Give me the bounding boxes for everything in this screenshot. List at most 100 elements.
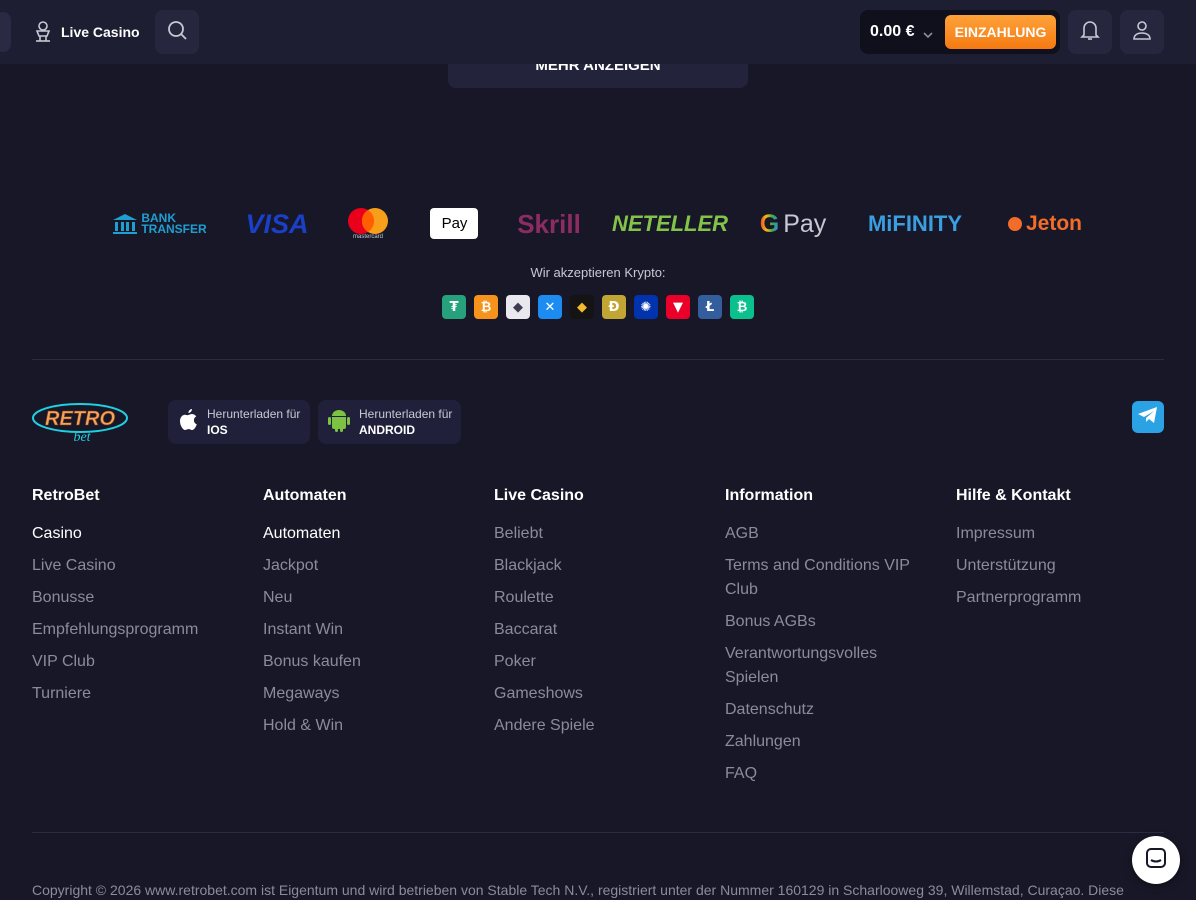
footer-column-information: Information AGB Terms and Conditions VIP… <box>725 486 925 794</box>
jeton-label: Jeton <box>1025 212 1082 235</box>
applepay-label: Pay <box>441 215 468 232</box>
binance-icon: ◆ <box>570 295 594 319</box>
search-button[interactable] <box>155 10 199 54</box>
bank-label-2: TRANSFER <box>141 222 207 236</box>
android-icon <box>328 408 350 437</box>
divider <box>32 832 1164 833</box>
bitcoin-icon: ₿ <box>474 295 498 319</box>
footer-link[interactable]: Verantwortungsvolles Spielen <box>725 642 925 690</box>
ios-small-label: Herunterladen für <box>207 407 301 421</box>
google-g-icon: G <box>759 209 780 238</box>
top-bar: Live Casino 0.00 € EINZAHLUNG <box>0 0 1196 64</box>
footer-link[interactable]: Megaways <box>263 682 483 706</box>
visa-logo: VISA <box>245 208 309 239</box>
footer-link[interactable]: FAQ <box>725 762 925 786</box>
footer-link[interactable]: Zahlungen <box>725 730 925 754</box>
chevron-down-icon <box>922 27 934 45</box>
notifications-button[interactable] <box>1068 10 1112 54</box>
footer-link[interactable]: Automaten <box>263 522 483 546</box>
column-title: RetroBet <box>32 487 100 504</box>
crypto-label: Wir akzeptieren Krypto: <box>530 265 666 280</box>
jeton-mark-icon <box>1007 217 1022 231</box>
deposit-button[interactable]: EINZAHLUNG <box>945 15 1056 49</box>
applepay-logo: Pay <box>430 208 478 239</box>
footer-link[interactable]: Hold & Win <box>263 714 483 738</box>
search-icon <box>166 19 188 46</box>
footer-link[interactable]: Bonus AGBs <box>725 610 925 634</box>
footer-column-live-casino: Live Casino Beliebt Blackjack Roulette B… <box>494 486 714 746</box>
ripple-icon: ✕ <box>538 295 562 319</box>
cardano-icon: ✺ <box>634 295 658 319</box>
chat-icon <box>1144 846 1168 875</box>
divider <box>32 359 1164 360</box>
footer-link[interactable]: Gameshows <box>494 682 714 706</box>
ios-download-button[interactable]: Herunterladen für IOS <box>168 400 310 444</box>
footer-link[interactable]: AGB <box>725 522 925 546</box>
footer-column-automaten: Automaten Automaten Jackpot Neu Instant … <box>263 486 483 746</box>
neteller-logo: NETELLER <box>611 211 729 236</box>
bank-transfer-logo: BANK TRANSFER <box>112 205 208 243</box>
footer-link[interactable]: Live Casino <box>32 554 252 578</box>
footer-link[interactable]: Empfehlungsprogramm <box>32 618 252 642</box>
footer-link[interactable]: Andere Spiele <box>494 714 714 738</box>
bank-icon <box>113 214 138 234</box>
telegram-icon <box>1138 406 1158 429</box>
mifinity-logo: MiFINITY <box>867 211 963 236</box>
menu-toggle-button[interactable] <box>0 12 11 52</box>
telegram-button[interactable] <box>1132 401 1164 433</box>
mastercard-logo: mastercard <box>346 205 390 243</box>
footer-link[interactable]: Jackpot <box>263 554 483 578</box>
footer-link[interactable]: Turniere <box>32 682 252 706</box>
live-casino-nav[interactable]: Live Casino <box>33 20 140 44</box>
column-title: Live Casino <box>494 487 584 504</box>
tron-icon: ▼ <box>666 295 690 319</box>
balance-value: 0.00 € <box>870 23 915 40</box>
footer-link[interactable]: Datenschutz <box>725 698 925 722</box>
column-title: Hilfe & Kontakt <box>956 487 1071 504</box>
footer-link[interactable]: Bonusse <box>32 586 252 610</box>
copyright-text: Copyright © 2026 www.retrobet.com ist Ei… <box>32 882 1124 898</box>
android-big-label: ANDROID <box>359 423 415 437</box>
column-title: Information <box>725 487 813 504</box>
footer-column-help: Hilfe & Kontakt Impressum Unterstützung … <box>956 486 1176 618</box>
skrill-logo: Skrill <box>517 208 581 239</box>
footer-link[interactable]: Impressum <box>956 522 1176 546</box>
footer-link[interactable]: Poker <box>494 650 714 674</box>
column-title: Automaten <box>263 487 347 504</box>
android-download-button[interactable]: Herunterladen für ANDROID <box>318 400 461 444</box>
logo-bet-text: bet <box>73 430 91 444</box>
footer-link[interactable]: Beliebt <box>494 522 714 546</box>
footer-link[interactable]: Unterstützung <box>956 554 1176 578</box>
gpay-logo: G Pay <box>759 205 827 243</box>
footer-link[interactable]: Baccarat <box>494 618 714 642</box>
footer-link[interactable]: Partnerprogramm <box>956 586 1176 610</box>
footer-link[interactable]: Terms and Conditions VIP Club <box>725 554 925 602</box>
android-small-label: Herunterladen für <box>359 407 453 421</box>
dealer-icon <box>33 20 53 45</box>
footer-link[interactable]: Instant Win <box>263 618 483 642</box>
live-casino-label: Live Casino <box>61 24 140 40</box>
user-icon <box>1132 19 1152 46</box>
logo-retro-text: RETRO <box>45 408 115 430</box>
ios-big-label: IOS <box>207 423 228 437</box>
footer-link[interactable]: Blackjack <box>494 554 714 578</box>
tether-icon: ₮ <box>442 295 466 319</box>
litecoin-icon: Ł <box>698 295 722 319</box>
retrobet-logo[interactable]: RETRO bet <box>30 398 130 449</box>
footer-link[interactable]: Casino <box>32 522 252 546</box>
footer-link[interactable]: Neu <box>263 586 483 610</box>
bell-icon <box>1080 19 1100 46</box>
jeton-logo: Jeton <box>1004 205 1086 243</box>
gpay-label: Pay <box>783 209 827 238</box>
footer-link[interactable]: VIP Club <box>32 650 252 674</box>
ethereum-icon: ◆ <box>506 295 530 319</box>
profile-button[interactable] <box>1120 10 1164 54</box>
apple-icon <box>178 409 198 435</box>
crypto-list: ₮ ₿ ◆ ✕ ◆ Ð ✺ ▼ Ł ₿ <box>442 295 754 319</box>
mastercard-label: mastercard <box>352 234 383 240</box>
footer-link[interactable]: Roulette <box>494 586 714 610</box>
footer-link[interactable]: Bonus kaufen <box>263 650 483 674</box>
dogecoin-icon: Ð <box>602 295 626 319</box>
chat-button[interactable] <box>1132 836 1180 884</box>
footer-column-retrobet: RetroBet Casino Live Casino Bonusse Empf… <box>32 486 252 714</box>
